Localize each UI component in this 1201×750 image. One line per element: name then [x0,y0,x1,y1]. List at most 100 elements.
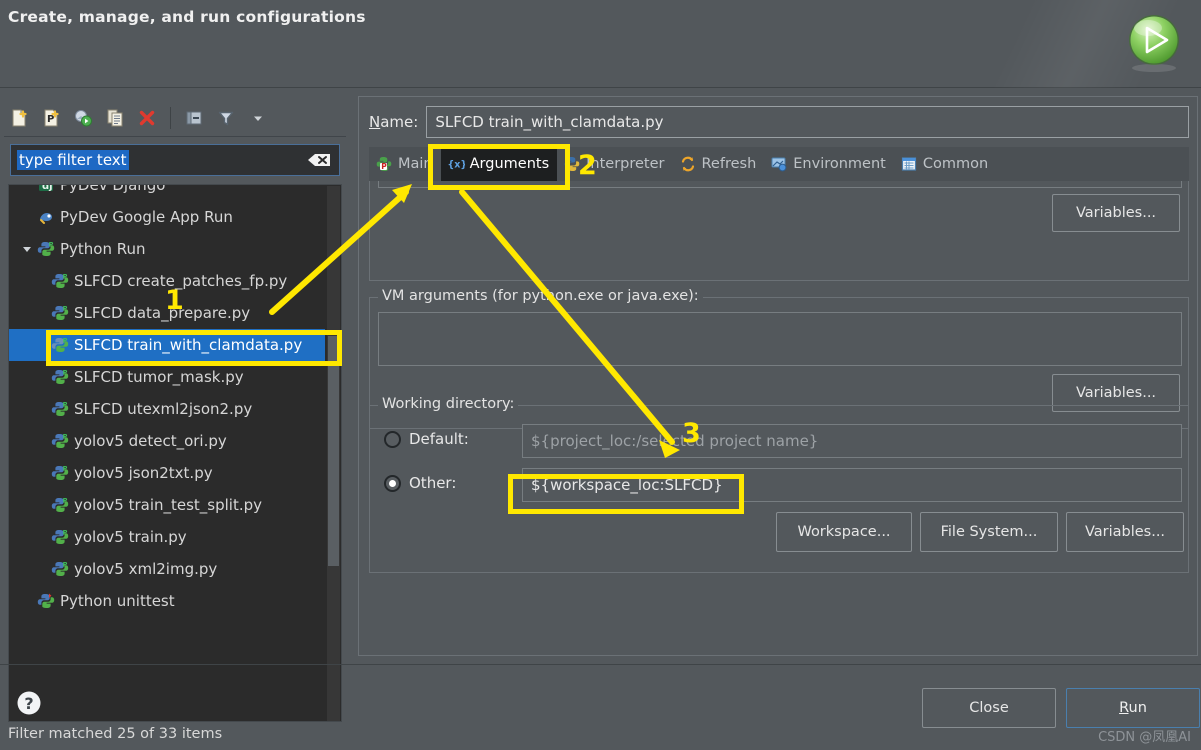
python-run-icon: P [35,238,57,260]
run-button[interactable]: Run [1066,688,1200,728]
arguments-icon: {x}= [447,155,465,173]
tree-item-yolov5-detect-ori[interactable]: P yolov5 detect_ori.py [9,425,325,457]
tree-twisty-expanded-icon[interactable] [19,233,35,265]
run-configurations-dialog: Create, manage, and run configurations P… [0,0,1201,750]
view-menu-icon[interactable] [243,104,273,132]
tree-item-slfcd-utexml2json2[interactable]: P SLFCD utexml2json2.py [9,393,325,425]
tree-item-label: SLFCD utexml2json2.py [74,400,253,418]
duplicate-configuration-icon[interactable] [100,104,130,132]
program-arguments-variables-button[interactable]: Variables... [1052,194,1180,232]
tab-environment[interactable]: Environment [764,147,894,181]
tree-item-pydev-google-app-run[interactable]: PyDev Google App Run [9,201,325,233]
name-row: Name: SLFCD train_with_clamdata.py [369,105,1189,139]
working-directory-other-radio-row[interactable]: Other: [384,466,456,500]
tab-label: Refresh [701,156,757,172]
name-input-value: SLFCD train_with_clamdata.py [435,113,664,131]
tab-arguments[interactable]: {x}= Arguments [440,147,558,181]
svg-text:P: P [63,368,68,376]
refresh-icon [679,155,697,173]
default-radio[interactable] [384,430,401,448]
button-label: File System... [940,524,1038,540]
tree-item-yolov5-json2txt[interactable]: P yolov5 json2txt.py [9,457,325,489]
name-label: Name: [369,113,418,131]
tree-item-pydev-django[interactable]: dj PyDev Django [9,185,325,201]
button-label: Workspace... [797,524,891,540]
svg-text:{x}=: {x}= [447,160,465,171]
working-directory-default-radio-row[interactable]: Default: [384,422,469,456]
delete-configuration-icon[interactable] [132,104,162,132]
export-configuration-icon[interactable] [68,104,98,132]
python-script-icon: P [49,302,71,324]
svg-text:P: P [63,304,68,312]
close-button[interactable]: Close [922,688,1056,728]
tree-item-label: Python Run [60,240,146,258]
python-script-icon: P [49,398,71,420]
tree-item-yolov5-train[interactable]: P yolov5 train.py [9,521,325,553]
page-title: Create, manage, and run configurations [8,8,366,26]
working-directory-variables-button[interactable]: Variables... [1066,512,1184,552]
filter-icon[interactable] [211,104,241,132]
vm-arguments-title: VM arguments (for python.exe or java.exe… [378,288,703,304]
configuration-tabs: P Main {x}= Arguments [369,147,1189,181]
name-input[interactable]: SLFCD train_with_clamdata.py [426,106,1189,138]
run-label-mnemonic: R [1119,700,1129,716]
tree-item-label: yolov5 train_test_split.py [74,496,263,514]
button-label: Close [969,700,1009,716]
button-label: Variables... [1075,385,1157,401]
watermark: CSDN @凤凰AI [1098,730,1191,745]
tree-scrollbar-thumb[interactable] [328,336,339,566]
svg-text:P: P [63,560,68,568]
tree-item-python-run[interactable]: P Python Run [9,233,325,265]
tree-item-slfcd-data-prepare[interactable]: P SLFCD data_prepare.py [9,297,325,329]
python-script-icon: P [49,334,71,356]
tree-item-yolov5-train-test-split[interactable]: P yolov5 train_test_split.py [9,489,325,521]
workspace-button[interactable]: Workspace... [776,512,912,552]
tab-main[interactable]: P Main [369,147,441,181]
interpreter-icon [563,155,581,173]
tab-refresh[interactable]: Refresh [673,147,765,181]
tree-item-label: yolov5 detect_ori.py [74,432,227,450]
svg-text:P: P [381,162,387,171]
svg-text:P: P [63,528,68,536]
tree-item-yolov5-xml2img[interactable]: P yolov5 xml2img.py [9,553,325,585]
environment-icon [770,155,788,173]
help-question-icon[interactable]: ? [16,690,42,716]
python-script-icon: P [49,366,71,388]
default-input-value: ${project_loc:/selected project name} [531,432,819,450]
button-label: Variables... [1075,205,1157,221]
vm-arguments-input[interactable] [378,312,1182,366]
svg-text:P: P [63,272,68,280]
svg-text:P: P [63,400,68,408]
svg-text:P: P [63,432,68,440]
tree-item-slfcd-tumor-mask[interactable]: P SLFCD tumor_mask.py [9,361,325,393]
tab-label: Main [398,156,433,172]
tree-item-label: SLFCD tumor_mask.py [74,368,244,386]
tab-label: Environment [793,156,886,172]
file-system-button[interactable]: File System... [920,512,1058,552]
tree-item-slfcd-train-with-clamdata[interactable]: P SLFCD train_with_clamdata.py [9,329,325,361]
configurations-toolbar: P [4,100,346,137]
tree-item-label: PyDev Google App Run [60,208,233,226]
tab-common[interactable]: Common [894,147,996,181]
button-label: Variables... [1084,524,1166,540]
collapse-all-icon[interactable] [179,104,209,132]
tree-item-label: yolov5 xml2img.py [74,560,218,578]
program-arguments-input[interactable] [378,181,1182,188]
python-script-icon: P [49,270,71,292]
tab-interpreter[interactable]: Interpreter [557,147,672,181]
svg-text:P: P [63,336,68,344]
other-radio[interactable] [384,474,401,492]
tree-twisty-placeholder [19,201,35,233]
tree-item-slfcd-create-patches-fp[interactable]: P SLFCD create_patches_fp.py [9,265,325,297]
working-directory-other-input[interactable]: ${workspace_loc:SLFCD} [522,468,1182,502]
filter-input[interactable]: type filter text [10,144,340,176]
tree-item-label: SLFCD train_with_clamdata.py [74,336,303,354]
common-icon [900,155,918,173]
dialog-header: Create, manage, and run configurations [0,0,1201,88]
new-prototype-icon[interactable]: P [36,104,66,132]
clear-filter-icon[interactable] [305,150,333,170]
tree-item-label: yolov5 train.py [74,528,187,546]
new-configuration-icon[interactable] [4,104,34,132]
tree-item-label: yolov5 json2txt.py [74,464,213,482]
footer-separator [0,664,1201,665]
